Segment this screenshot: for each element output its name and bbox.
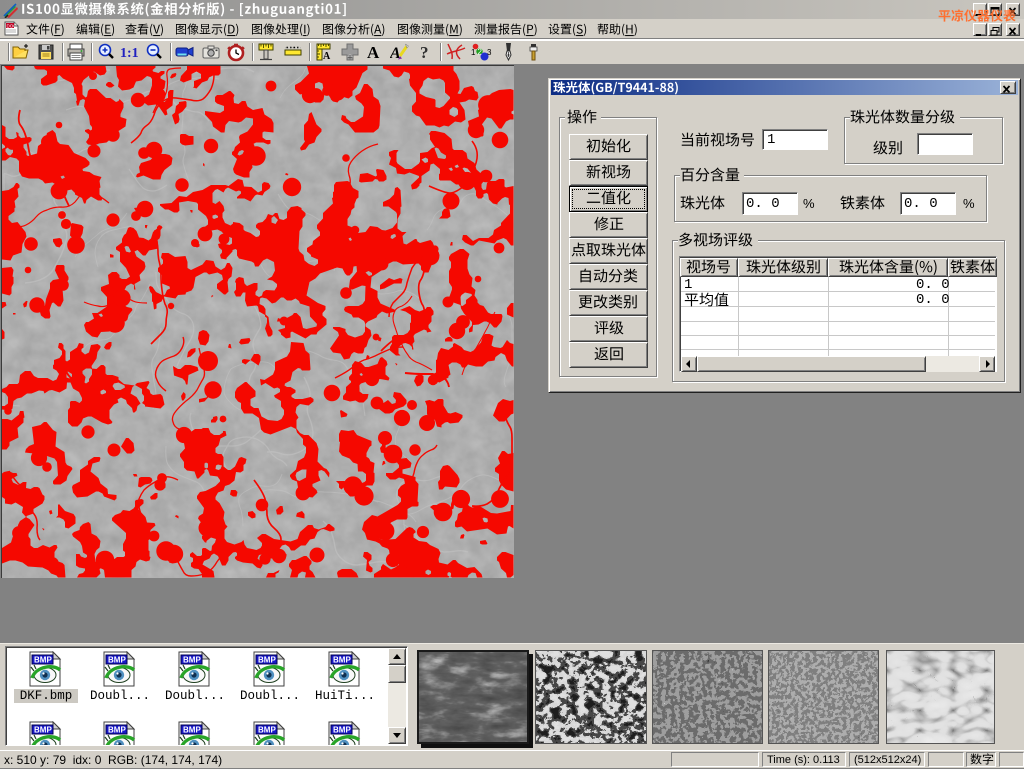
svg-text:BMP: BMP [34, 656, 52, 665]
svg-text:BMP: BMP [333, 726, 351, 735]
svg-text:BMP: BMP [108, 656, 126, 665]
svg-text:3: 3 [487, 48, 492, 57]
svg-text:DOC: DOC [7, 23, 18, 28]
svg-text:BMP: BMP [34, 726, 52, 735]
svg-text:1: 1 [471, 48, 476, 57]
svg-text:BMP: BMP [183, 656, 201, 665]
svg-text:1:1: 1:1 [120, 46, 139, 61]
svg-text:A: A [390, 45, 401, 62]
svg-text:BMP: BMP [183, 726, 201, 735]
svg-text:A: A [367, 43, 380, 62]
svg-text:?: ? [420, 43, 429, 62]
svg-text:BMP: BMP [258, 656, 276, 665]
svg-text:BMP: BMP [258, 726, 276, 735]
svg-text:BMP: BMP [333, 656, 351, 665]
svg-text:A: A [323, 51, 331, 62]
svg-text:BMP: BMP [108, 726, 126, 735]
svg-text:2: 2 [478, 48, 483, 57]
